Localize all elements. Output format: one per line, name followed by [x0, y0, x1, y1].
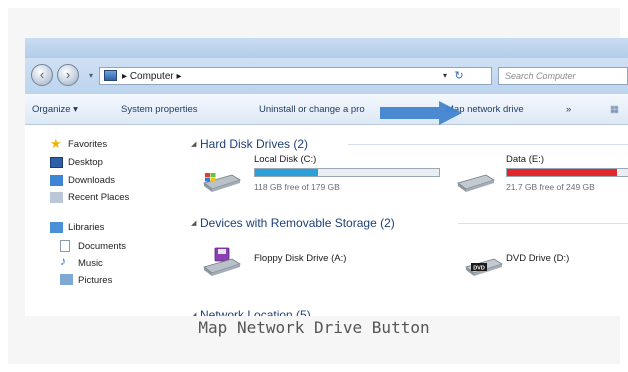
address-bar[interactable]: ▸ Computer ▸ ▾ ↻ — [99, 67, 492, 85]
sidebar-item-favorites[interactable]: Favorites — [68, 139, 107, 150]
forward-button[interactable]: › — [57, 64, 79, 86]
dvd-drive-name[interactable]: DVD Drive (D:) — [506, 253, 569, 264]
sidebar-item-documents[interactable]: Documents — [78, 241, 126, 252]
more-commands-button[interactable]: » — [566, 104, 571, 115]
back-button[interactable]: ‹ — [31, 64, 53, 86]
collapse-hard-disk-icon[interactable]: ◢ — [191, 140, 196, 148]
group-divider — [458, 223, 628, 224]
group-hard-disk-drives[interactable]: Hard Disk Drives (2) — [200, 137, 308, 151]
group-removable-storage[interactable]: Devices with Removable Storage (2) — [200, 216, 395, 230]
sidebar-item-libraries[interactable]: Libraries — [68, 222, 104, 233]
drive-name-e[interactable]: Data (E:) — [506, 154, 544, 165]
view-options-icon[interactable]: ▦ — [610, 104, 619, 115]
explorer-window: ‹ › ▾ ▸ Computer ▸ ▾ ↻ Search Computer O… — [25, 38, 628, 316]
group-divider — [348, 144, 628, 145]
drive-usage-bar-e — [506, 168, 628, 177]
sidebar-item-downloads[interactable]: Downloads — [68, 175, 115, 186]
navigation-bar: ‹ › ▾ ▸ Computer ▸ ▾ ↻ Search Computer — [25, 58, 628, 94]
floppy-drive-icon — [203, 247, 241, 276]
desktop-icon — [50, 157, 63, 168]
system-properties-button[interactable]: System properties — [121, 104, 198, 115]
documents-icon — [60, 240, 70, 252]
pictures-icon — [60, 274, 73, 285]
music-icon: ♪ — [60, 254, 66, 268]
recent-pages-dropdown-icon[interactable]: ▾ — [89, 71, 93, 80]
caption: Map Network Drive Button — [198, 318, 430, 337]
sidebar-item-music[interactable]: Music — [78, 258, 103, 269]
group-network-location[interactable]: Network Location (5) — [200, 308, 311, 316]
command-bar: Organize ▾ System properties Uninstall o… — [25, 94, 628, 125]
star-icon: ★ — [50, 136, 62, 151]
address-dropdown-icon[interactable]: ▾ — [443, 71, 447, 80]
drive-usage-fill-e — [507, 169, 618, 176]
search-box[interactable]: Search Computer — [498, 67, 628, 85]
local-disk-drive-icon — [203, 173, 241, 192]
sidebar-item-desktop[interactable]: Desktop — [68, 157, 103, 168]
sidebar-item-pictures[interactable]: Pictures — [78, 275, 112, 286]
drive-usage-bar-c — [254, 168, 440, 177]
address-crumb[interactable]: ▸ Computer ▸ — [122, 71, 182, 82]
dvd-badge: DVD — [473, 265, 485, 271]
recent-places-icon — [50, 192, 63, 203]
uninstall-program-button[interactable]: Uninstall or change a pro — [259, 104, 365, 115]
computer-icon — [104, 70, 117, 81]
downloads-folder-icon — [50, 175, 63, 186]
floppy-drive-name[interactable]: Floppy Disk Drive (A:) — [254, 253, 346, 264]
data-disk-drive-icon — [457, 174, 495, 192]
drive-name-c[interactable]: Local Disk (C:) — [254, 154, 316, 165]
crumb-computer[interactable]: Computer — [130, 71, 174, 82]
content-pane: ◢ Hard Disk Drives (2) Local Disk (C:) 1… — [188, 125, 628, 316]
navigation-pane: ★ Favorites Desktop Downloads Recent Pla… — [25, 125, 185, 316]
drive-free-space-c: 118 GB free of 179 GB — [254, 182, 340, 192]
window-title-bar — [25, 38, 628, 58]
drive-free-space-e: 21.7 GB free of 249 GB — [506, 182, 595, 192]
dvd-drive-icon: DVD — [465, 258, 503, 276]
libraries-icon — [50, 222, 63, 233]
collapse-removable-icon[interactable]: ◢ — [191, 219, 196, 227]
drive-usage-fill-c — [255, 169, 318, 176]
refresh-icon[interactable]: ↻ — [451, 69, 467, 83]
sidebar-item-recent-places[interactable]: Recent Places — [68, 192, 129, 203]
organize-button[interactable]: Organize ▾ — [32, 104, 78, 115]
search-placeholder: Search Computer — [505, 71, 576, 81]
collapse-network-icon[interactable]: ◢ — [191, 311, 196, 316]
